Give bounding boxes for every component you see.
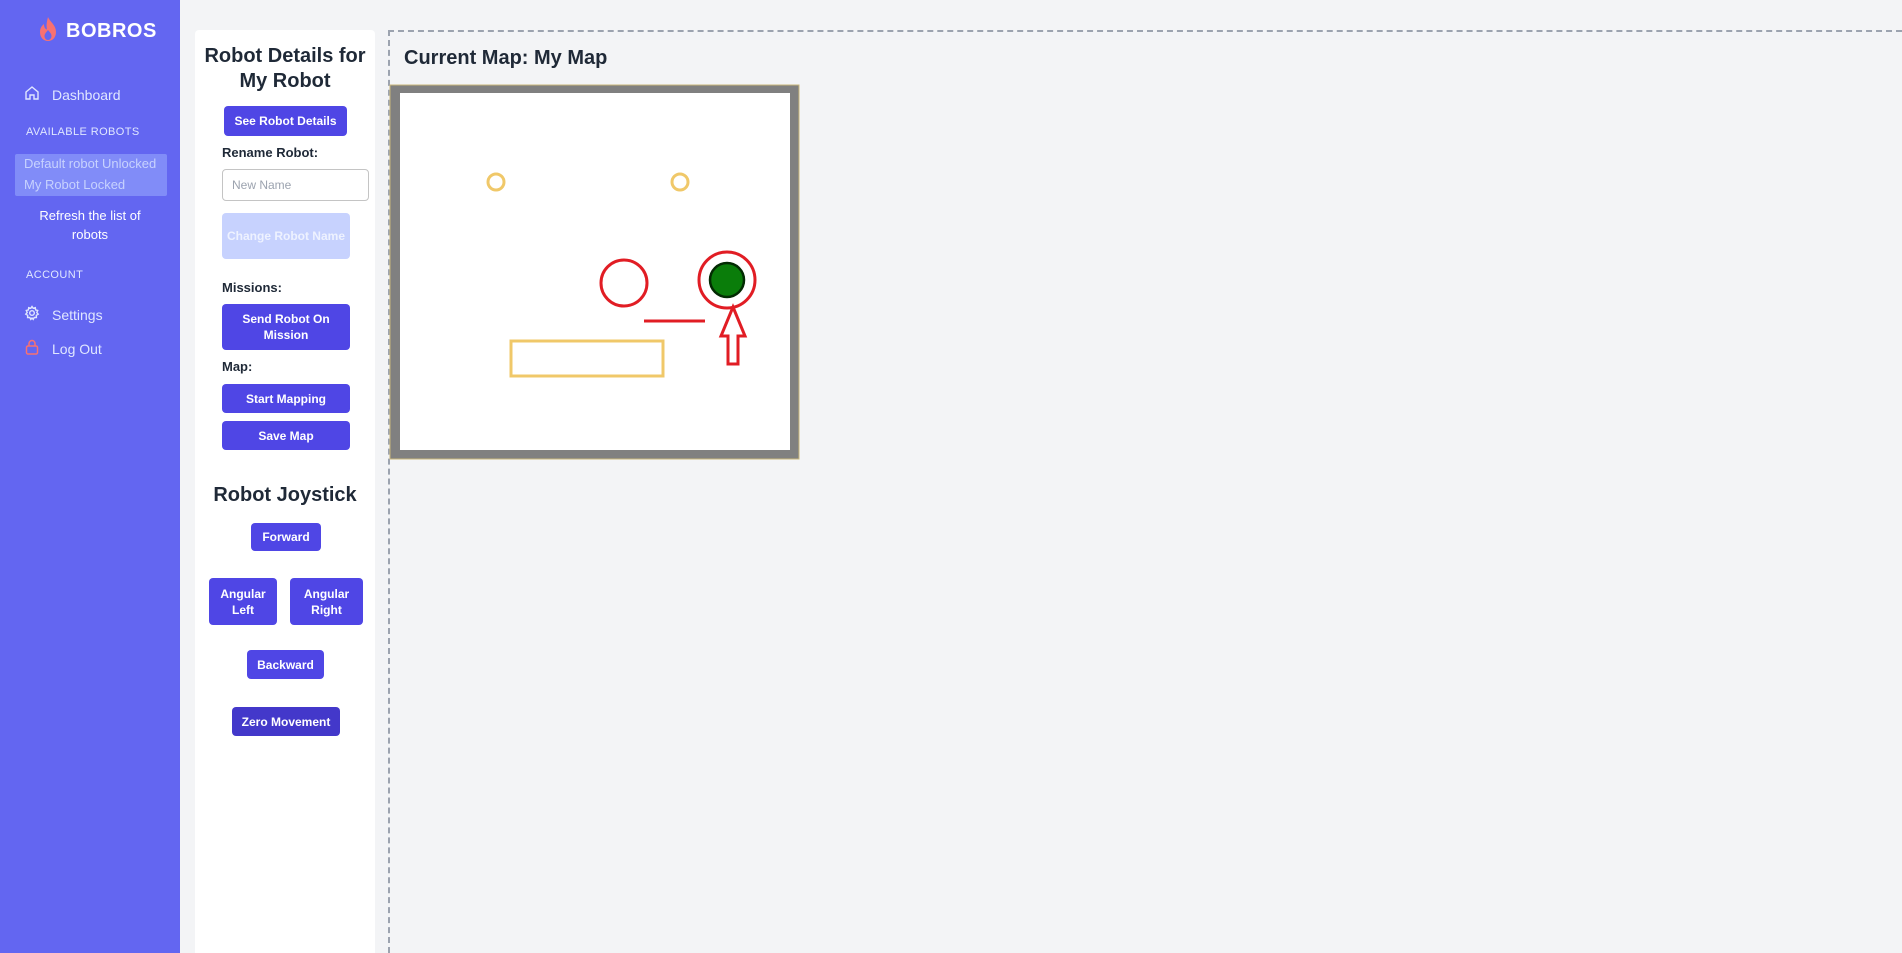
- nav-logout-label: Log Out: [52, 340, 102, 357]
- sidebar: BOBROS Dashboard AVAILABLE ROBOTS Defaul…: [0, 0, 180, 953]
- nav-dashboard-label: Dashboard: [52, 86, 121, 103]
- backward-button[interactable]: Backward: [247, 650, 324, 679]
- zero-movement-button[interactable]: Zero Movement: [232, 707, 340, 736]
- map-title: Current Map: My Map: [404, 47, 608, 69]
- nav-settings-label: Settings: [52, 306, 103, 323]
- joystick-title: Robot Joystick: [213, 484, 357, 506]
- forward-button[interactable]: Forward: [251, 523, 321, 551]
- available-robots-heading: AVAILABLE ROBOTS: [26, 126, 140, 138]
- brand[interactable]: BOBROS: [36, 16, 157, 47]
- angular-left-button[interactable]: Angular Left: [209, 578, 277, 625]
- rename-robot-input[interactable]: [222, 169, 369, 201]
- brand-name: BOBROS: [66, 20, 157, 42]
- nav-settings[interactable]: Settings: [24, 305, 103, 324]
- map-label: Map:: [222, 359, 253, 374]
- change-robot-name-button[interactable]: Change Robot Name: [222, 213, 350, 259]
- refresh-robots-link[interactable]: Refresh the list of robots: [20, 206, 160, 244]
- robot-item-my-robot[interactable]: My Robot Locked: [24, 177, 125, 192]
- missions-label: Missions:: [222, 280, 282, 295]
- rename-robot-label: Rename Robot:: [222, 145, 319, 160]
- robot-list: Default robot Unlocked My Robot Locked: [15, 154, 167, 196]
- home-icon: [24, 85, 40, 104]
- robot-marker[interactable]: [708, 261, 746, 299]
- angular-right-button[interactable]: Angular Right: [290, 578, 363, 625]
- send-robot-on-mission-button[interactable]: Send Robot On Mission: [222, 304, 350, 350]
- robot-details-title: Robot Details for My Robot: [204, 45, 366, 92]
- save-map-button[interactable]: Save Map: [222, 421, 350, 450]
- account-heading: ACCOUNT: [26, 269, 84, 281]
- robot-details-panel: Robot Details for My Robot See Robot Det…: [195, 30, 375, 953]
- robot-item-default[interactable]: Default robot Unlocked: [24, 156, 156, 171]
- start-mapping-button[interactable]: Start Mapping: [222, 384, 350, 413]
- map-canvas[interactable]: [389, 84, 800, 460]
- nav-dashboard[interactable]: Dashboard: [24, 85, 121, 104]
- gear-icon: [24, 305, 40, 324]
- nav-logout[interactable]: Log Out: [24, 339, 102, 358]
- see-robot-details-button[interactable]: See Robot Details: [224, 106, 347, 136]
- lock-icon: [24, 339, 40, 358]
- flame-icon: [36, 16, 60, 47]
